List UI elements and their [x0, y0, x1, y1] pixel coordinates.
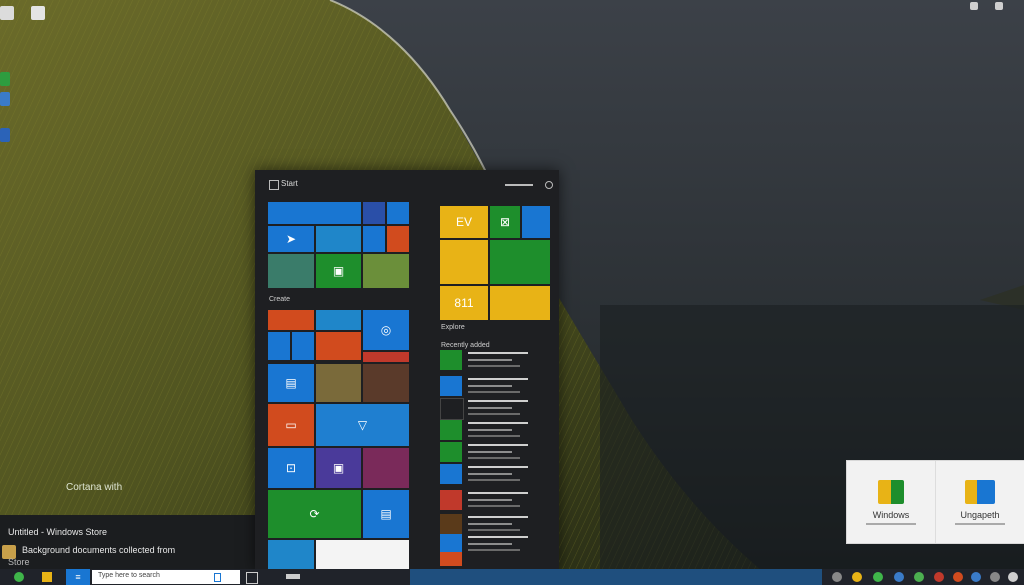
windows-app-icon — [878, 479, 904, 504]
search-icon — [214, 573, 221, 582]
tile-yellow-3[interactable]: 811 — [440, 286, 488, 320]
notification-item-2[interactable]: Ungapeth — [936, 461, 1024, 543]
store-app-icon[interactable] — [0, 128, 10, 142]
tray-icon-6[interactable] — [934, 572, 944, 582]
tile-small-5[interactable] — [268, 332, 290, 360]
tile-white[interactable] — [316, 540, 409, 570]
notification-item-2-label: Ungapeth — [960, 509, 1000, 520]
tile-blue-5[interactable] — [268, 540, 314, 570]
power-icon[interactable] — [545, 181, 553, 189]
list-item[interactable] — [440, 552, 552, 570]
tray-icon-2[interactable] — [852, 572, 862, 582]
start-button-icon[interactable] — [14, 572, 24, 582]
background-window: Untitled - Windows Store Background docu… — [0, 515, 255, 569]
taskbar-app-2-icon[interactable] — [246, 572, 258, 584]
list-item[interactable] — [440, 398, 552, 420]
taskbar-app-3-icon[interactable] — [286, 574, 300, 579]
tray-icon-9[interactable] — [990, 572, 1000, 582]
tile-photo-5[interactable] — [363, 448, 409, 488]
list-item[interactable] — [440, 490, 552, 510]
tile-mail[interactable] — [268, 202, 361, 224]
tray-top-icon-2[interactable] — [995, 2, 1003, 10]
list-item[interactable] — [440, 420, 552, 440]
tile-red-small[interactable] — [363, 352, 409, 362]
tray-icon-4[interactable] — [894, 572, 904, 582]
list-item[interactable] — [440, 376, 552, 396]
tile-blue-6[interactable] — [522, 206, 550, 238]
list-item[interactable] — [440, 534, 552, 554]
tile-orange-1[interactable] — [268, 310, 314, 330]
search-box[interactable]: Type here to search — [92, 570, 240, 584]
tile-photo-4[interactable] — [363, 364, 409, 402]
tray-icon-5[interactable] — [914, 572, 924, 582]
tray-top-icon[interactable] — [970, 2, 978, 10]
notification-item-1-sub — [866, 522, 916, 525]
tile-green-big[interactable]: ⟳ — [268, 490, 361, 538]
user-name-bar — [505, 184, 533, 186]
tile-photo-3[interactable] — [316, 364, 361, 402]
tile-blue-big[interactable]: ◎ — [363, 310, 409, 350]
tile-small-4[interactable] — [387, 226, 409, 252]
tile-blue-2[interactable]: ▤ — [268, 364, 314, 402]
notification-item-1[interactable]: Windows — [847, 461, 936, 543]
background-window-line1: Background documents collected from — [22, 545, 176, 555]
tray-icon-10[interactable] — [1008, 572, 1018, 582]
taskbar-active-app[interactable] — [410, 569, 822, 585]
start-menu[interactable]: Start ➤ ▣ Create ◎ ▤ ▭ ▽ ⊡ ▣ ⟳ ▤ EV ⊠ 81… — [255, 170, 559, 570]
section-label-explore: Explore — [441, 324, 465, 331]
tile-yellow-4[interactable] — [490, 286, 550, 320]
tile-photo-2[interactable] — [363, 254, 409, 288]
start-logo-icon — [269, 180, 279, 190]
tile-green-2[interactable]: ⊠ — [490, 206, 520, 238]
desktop-label: Cortana with — [66, 482, 123, 493]
tile-purple[interactable]: ▣ — [316, 448, 361, 488]
start-title: Start — [281, 179, 298, 188]
list-item[interactable] — [440, 350, 552, 370]
search-input[interactable]: Type here to search — [98, 572, 160, 579]
notification-item-1-label: Windows — [872, 509, 910, 520]
tray-icon-3[interactable] — [873, 572, 883, 582]
tile-arrow[interactable]: ➤ — [268, 226, 314, 252]
tile-green-3[interactable] — [490, 240, 550, 284]
taskbar: ≡ Type here to search — [0, 569, 1024, 585]
green-app-icon[interactable] — [0, 72, 10, 86]
tile-blue-wide-2[interactable]: ▽ — [316, 404, 409, 446]
tile-orange-3[interactable]: ▭ — [268, 404, 314, 446]
folder-icon[interactable] — [0, 6, 14, 20]
section-label-create: Create — [269, 296, 291, 303]
tile-photo-1[interactable] — [268, 254, 314, 288]
taskview-button[interactable]: ≡ — [66, 569, 90, 585]
tray-icon-7[interactable] — [953, 572, 963, 582]
notification-panel[interactable]: Windows Ungapeth — [846, 460, 1024, 544]
background-window-title: Untitled - Windows Store — [8, 527, 108, 537]
section-label-recent: Recently added — [441, 342, 490, 349]
tile-green-1[interactable]: ▣ — [316, 254, 361, 288]
tile-blue-4[interactable]: ▤ — [363, 490, 409, 538]
tile-blue-3[interactable]: ⊡ — [268, 448, 314, 488]
tile-small-3[interactable] — [363, 226, 385, 252]
list-item[interactable] — [440, 514, 552, 534]
book-app-icon — [965, 479, 995, 504]
tray-icon-1[interactable] — [832, 572, 842, 582]
tile-small-6[interactable] — [292, 332, 314, 360]
taskbar-app-1-icon[interactable] — [42, 572, 52, 582]
background-window-line2: Store — [8, 557, 30, 567]
tile-yellow-2[interactable] — [440, 240, 488, 284]
tile-small-1[interactable] — [363, 202, 385, 224]
tile-blue-wide[interactable] — [316, 226, 361, 252]
tray-icon-8[interactable] — [971, 572, 981, 582]
list-item[interactable] — [440, 464, 552, 484]
tile-small-2[interactable] — [387, 202, 409, 224]
blue-app-icon[interactable] — [0, 92, 10, 106]
tile-teal-1[interactable] — [316, 310, 361, 330]
notification-item-2-sub — [955, 522, 1005, 525]
list-item[interactable] — [440, 442, 552, 462]
tile-orange-2[interactable] — [316, 332, 361, 360]
recycle-bin-icon[interactable] — [31, 6, 45, 20]
tile-yellow-1[interactable]: EV — [440, 206, 488, 238]
